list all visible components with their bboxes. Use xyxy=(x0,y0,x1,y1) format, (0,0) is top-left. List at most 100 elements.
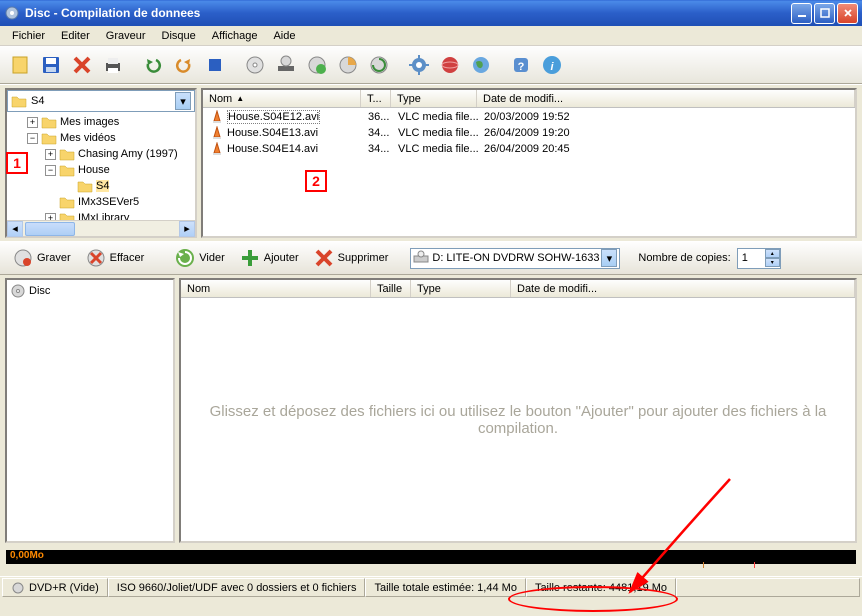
expander-icon[interactable]: + xyxy=(45,149,56,160)
file-row[interactable]: House.S04E13.avi34...VLC media file...26… xyxy=(204,125,854,141)
tree-node[interactable]: IMx3SEVer5 xyxy=(9,194,193,210)
status-filesystem: ISO 9660/Joliet/UDF avec 0 dossiers et 0… xyxy=(108,578,366,597)
folder-icon xyxy=(59,147,75,161)
drive-icon xyxy=(413,250,429,267)
drive-text: D: LITE-ON DVDRW SOHW-1633 xyxy=(432,252,599,264)
folder-tree[interactable]: +Mes images − Mes vidéos + Chasing Amy (1997… xyxy=(7,112,195,220)
undo-button[interactable] xyxy=(139,51,167,79)
capacity-label: 0,00Mo xyxy=(10,550,44,561)
add-button[interactable]: Ajouter xyxy=(235,245,303,271)
col-name[interactable]: Nom ▲ xyxy=(203,90,361,107)
disc-orange-button[interactable] xyxy=(334,51,362,79)
tree-node[interactable]: − House xyxy=(9,162,193,178)
tree-node[interactable]: + Chasing Amy (1997) xyxy=(9,146,193,162)
col-size[interactable]: Taille xyxy=(371,280,411,297)
print-button[interactable] xyxy=(99,51,127,79)
delete-button[interactable] xyxy=(68,51,96,79)
menu-fichier[interactable]: Fichier xyxy=(4,28,53,44)
folder-combo[interactable]: S4 ▾ xyxy=(7,90,195,112)
disc-green-button[interactable] xyxy=(303,51,331,79)
spin-up-icon[interactable]: ▴ xyxy=(765,249,780,258)
tree-label: House xyxy=(78,164,110,176)
eject-button[interactable] xyxy=(272,51,300,79)
folder-combo-text: S4 xyxy=(31,95,44,107)
drop-hint[interactable]: Glissez et déposez des fichiers ici ou u… xyxy=(181,298,855,541)
file-row[interactable]: House.S04E14.avi34...VLC media file...26… xyxy=(204,141,854,157)
disc-root-node[interactable]: Disc xyxy=(9,282,171,300)
action-toolbar: Graver Effacer Vider Ajouter Supprimer D… xyxy=(0,241,862,275)
expander-icon[interactable]: + xyxy=(45,213,56,221)
file-list-body[interactable]: House.S04E12.avi36...VLC media file...20… xyxy=(203,108,855,236)
burn-button[interactable]: Graver xyxy=(8,245,75,271)
disc-icon xyxy=(11,581,25,595)
new-button[interactable] xyxy=(6,51,34,79)
col-name[interactable]: Nom xyxy=(181,280,371,297)
tree-label: Mes vidéos xyxy=(60,132,116,144)
menu-disque[interactable]: Disque xyxy=(154,28,204,44)
col-date[interactable]: Date de modifi... xyxy=(477,90,855,107)
file-list-header: Nom ▲ T... Type Date de modifi... xyxy=(203,90,855,108)
maximize-button[interactable] xyxy=(814,3,835,24)
capacity-bar-area: 0,00Mo xyxy=(0,546,862,576)
folder-tree-panel: S4 ▾ +Mes images − Mes vidéos + Chasing Amy … xyxy=(5,88,197,238)
dropdown-arrow-icon[interactable]: ▾ xyxy=(601,249,617,267)
save-button[interactable] xyxy=(37,51,65,79)
expander-icon[interactable]: − xyxy=(45,165,56,176)
file-list-panel: Nom ▲ T... Type Date de modifi... House.… xyxy=(201,88,857,238)
scroll-thumb[interactable] xyxy=(25,222,75,236)
spin-down-icon[interactable]: ▾ xyxy=(765,258,780,267)
disc-refresh-button[interactable] xyxy=(365,51,393,79)
menu-editer[interactable]: Editer xyxy=(53,28,98,44)
tree-node[interactable]: S4 xyxy=(9,178,193,194)
disc-icon xyxy=(10,283,26,299)
copies-input[interactable]: 1 ▴▾ xyxy=(737,248,781,269)
tree-node[interactable]: +Mes images xyxy=(9,114,193,130)
menu-affichage[interactable]: Affichage xyxy=(204,28,266,44)
erase-button[interactable]: Effacer xyxy=(81,245,149,271)
globe-green-button[interactable] xyxy=(467,51,495,79)
col-type[interactable]: Type xyxy=(411,280,511,297)
svg-text:?: ? xyxy=(518,61,525,73)
compilation-header: Nom Taille Type Date de modifi... xyxy=(181,280,855,298)
col-type[interactable]: Type xyxy=(391,90,477,107)
compilation-tree[interactable]: Disc xyxy=(5,278,175,543)
menu-aide[interactable]: Aide xyxy=(265,28,303,44)
close-button[interactable] xyxy=(837,3,858,24)
stop-button[interactable] xyxy=(201,51,229,79)
expander-icon[interactable]: + xyxy=(27,117,38,128)
expander-icon[interactable]: − xyxy=(27,133,38,144)
empty-button[interactable]: Vider xyxy=(170,245,228,271)
menu-graveur[interactable]: Graveur xyxy=(98,28,154,44)
redo-button[interactable] xyxy=(170,51,198,79)
col-date[interactable]: Date de modifi... xyxy=(511,280,855,297)
tree-label: IMxLibrary xyxy=(78,212,129,220)
annotation-marker-2: 2 xyxy=(305,170,327,192)
tree-node[interactable]: + IMxLibrary xyxy=(9,210,193,220)
settings-button[interactable] xyxy=(405,51,433,79)
dropdown-arrow-icon[interactable]: ▾ xyxy=(175,92,191,110)
empty-icon xyxy=(174,247,196,269)
remove-icon xyxy=(313,247,335,269)
folder-icon xyxy=(41,115,57,129)
tree-node[interactable]: − Mes vidéos xyxy=(9,130,193,146)
drive-select[interactable]: D: LITE-ON DVDRW SOHW-1633 ▾ xyxy=(410,248,620,269)
globe-red-button[interactable] xyxy=(436,51,464,79)
file-row[interactable]: House.S04E12.avi36...VLC media file...20… xyxy=(204,109,854,125)
titlebar: Disc - Compilation de donnees xyxy=(0,0,862,26)
info-button[interactable]: i xyxy=(538,51,566,79)
folder-icon xyxy=(77,179,93,193)
help-button[interactable]: ? xyxy=(507,51,535,79)
remove-button[interactable]: Supprimer xyxy=(309,245,393,271)
scroll-left-icon[interactable]: ◂ xyxy=(7,221,23,237)
col-size[interactable]: T... xyxy=(361,90,391,107)
vlc-icon xyxy=(210,142,224,156)
menubar: Fichier Editer Graveur Disque Affichage … xyxy=(0,26,862,46)
minimize-button[interactable] xyxy=(791,3,812,24)
scroll-right-icon[interactable]: ▸ xyxy=(179,221,195,237)
tree-scrollbar[interactable]: ◂ ▸ xyxy=(7,220,195,236)
tree-label: IMx3SEVer5 xyxy=(78,196,139,208)
tree-label: Chasing Amy (1997) xyxy=(78,148,178,160)
copies-label: Nombre de copies: xyxy=(638,252,730,264)
status-disc: DVD+R (Vide) xyxy=(2,578,108,597)
disc-button[interactable] xyxy=(241,51,269,79)
